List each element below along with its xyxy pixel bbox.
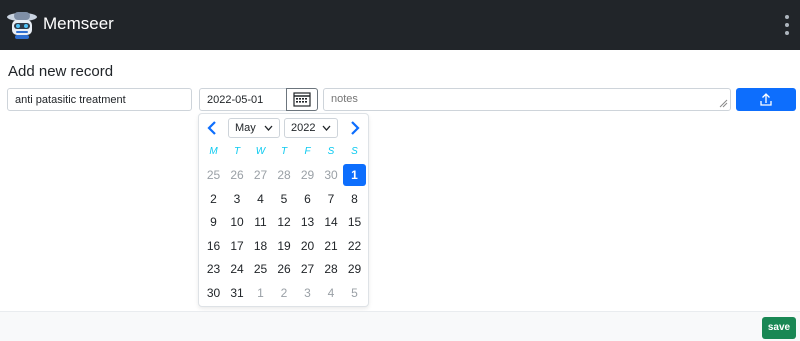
month-select-value: May [235, 122, 256, 134]
day-cell[interactable]: 4 [320, 282, 343, 304]
weekday-label: T [233, 146, 241, 157]
day-cell[interactable]: 21 [320, 235, 343, 257]
day-cell[interactable]: 10 [226, 211, 249, 233]
page-title: Add new record [8, 63, 114, 80]
year-select-value: 2022 [291, 122, 316, 134]
day-cell[interactable]: 29 [296, 164, 319, 186]
record-name-input[interactable] [7, 88, 192, 111]
resize-handle-icon[interactable] [719, 99, 728, 108]
chevron-down-icon [322, 125, 331, 131]
day-cell[interactable]: 28 [273, 164, 296, 186]
day-cell[interactable]: 27 [296, 258, 319, 280]
day-cell[interactable]: 22 [343, 235, 366, 257]
day-cell[interactable]: 20 [296, 235, 319, 257]
day-cell[interactable]: 9 [202, 211, 225, 233]
kebab-menu-icon[interactable] [780, 14, 794, 36]
day-cell[interactable]: 25 [249, 258, 272, 280]
day-cell[interactable]: 3 [226, 188, 249, 210]
year-select[interactable]: 2022 [284, 118, 338, 138]
day-cell[interactable]: 1 [249, 282, 272, 304]
month-select[interactable]: May [228, 118, 280, 138]
day-cell[interactable]: 16 [202, 235, 225, 257]
day-cell[interactable]: 17 [226, 235, 249, 257]
day-cell[interactable]: 12 [273, 211, 296, 233]
day-cell[interactable]: 28 [320, 258, 343, 280]
day-cell[interactable]: 11 [249, 211, 272, 233]
day-cell[interactable]: 2 [273, 282, 296, 304]
day-cell[interactable]: 30 [202, 282, 225, 304]
day-cell[interactable]: 4 [249, 188, 272, 210]
chevron-left-icon[interactable] [205, 120, 219, 136]
chevron-right-icon[interactable] [348, 120, 362, 136]
day-cell[interactable]: 3 [296, 282, 319, 304]
day-cell[interactable]: 15 [343, 211, 366, 233]
navbar: Memseer [0, 0, 800, 50]
day-cell-selected[interactable]: 1 [343, 164, 366, 186]
weekday-header: M T W T F S S [202, 145, 365, 159]
day-cell[interactable]: 19 [273, 235, 296, 257]
day-cell[interactable]: 29 [343, 258, 366, 280]
weekday-label: M [209, 146, 218, 157]
day-cell[interactable]: 24 [226, 258, 249, 280]
day-cell[interactable]: 26 [273, 258, 296, 280]
day-cell[interactable]: 7 [320, 188, 343, 210]
day-cell[interactable]: 5 [273, 188, 296, 210]
day-cell[interactable]: 6 [296, 188, 319, 210]
upload-button[interactable] [736, 88, 796, 111]
chevron-down-icon [264, 125, 273, 131]
weekday-label: S [351, 146, 358, 157]
upload-icon [760, 93, 772, 106]
day-cell[interactable]: 23 [202, 258, 225, 280]
weekday-label: T [280, 146, 288, 157]
date-input[interactable] [199, 88, 287, 111]
robot-logo-icon[interactable] [5, 7, 39, 41]
day-cell[interactable]: 8 [343, 188, 366, 210]
day-cell[interactable]: 26 [226, 164, 249, 186]
calendar-toggle-button[interactable] [286, 88, 318, 111]
day-cell[interactable]: 27 [249, 164, 272, 186]
day-cell[interactable]: 2 [202, 188, 225, 210]
day-cell[interactable]: 5 [343, 282, 366, 304]
footer-bar: save [0, 311, 800, 341]
weekday-label: S [327, 146, 335, 157]
datepicker-popup: May 2022 M T W T F S S 25 26 27 28 29 30 1 2 3 4 5… [198, 113, 369, 307]
app-title[interactable]: Memseer [43, 14, 114, 34]
weekday-label: W [255, 146, 266, 157]
calendar-icon [293, 92, 311, 107]
day-cell[interactable]: 30 [320, 164, 343, 186]
day-cell[interactable]: 13 [296, 211, 319, 233]
day-cell[interactable]: 14 [320, 211, 343, 233]
day-cell[interactable]: 31 [226, 282, 249, 304]
weekday-label: F [304, 146, 311, 157]
save-button[interactable]: save [762, 317, 796, 339]
day-cell[interactable]: 18 [249, 235, 272, 257]
notes-textarea[interactable] [323, 88, 731, 111]
day-cell[interactable]: 25 [202, 164, 225, 186]
